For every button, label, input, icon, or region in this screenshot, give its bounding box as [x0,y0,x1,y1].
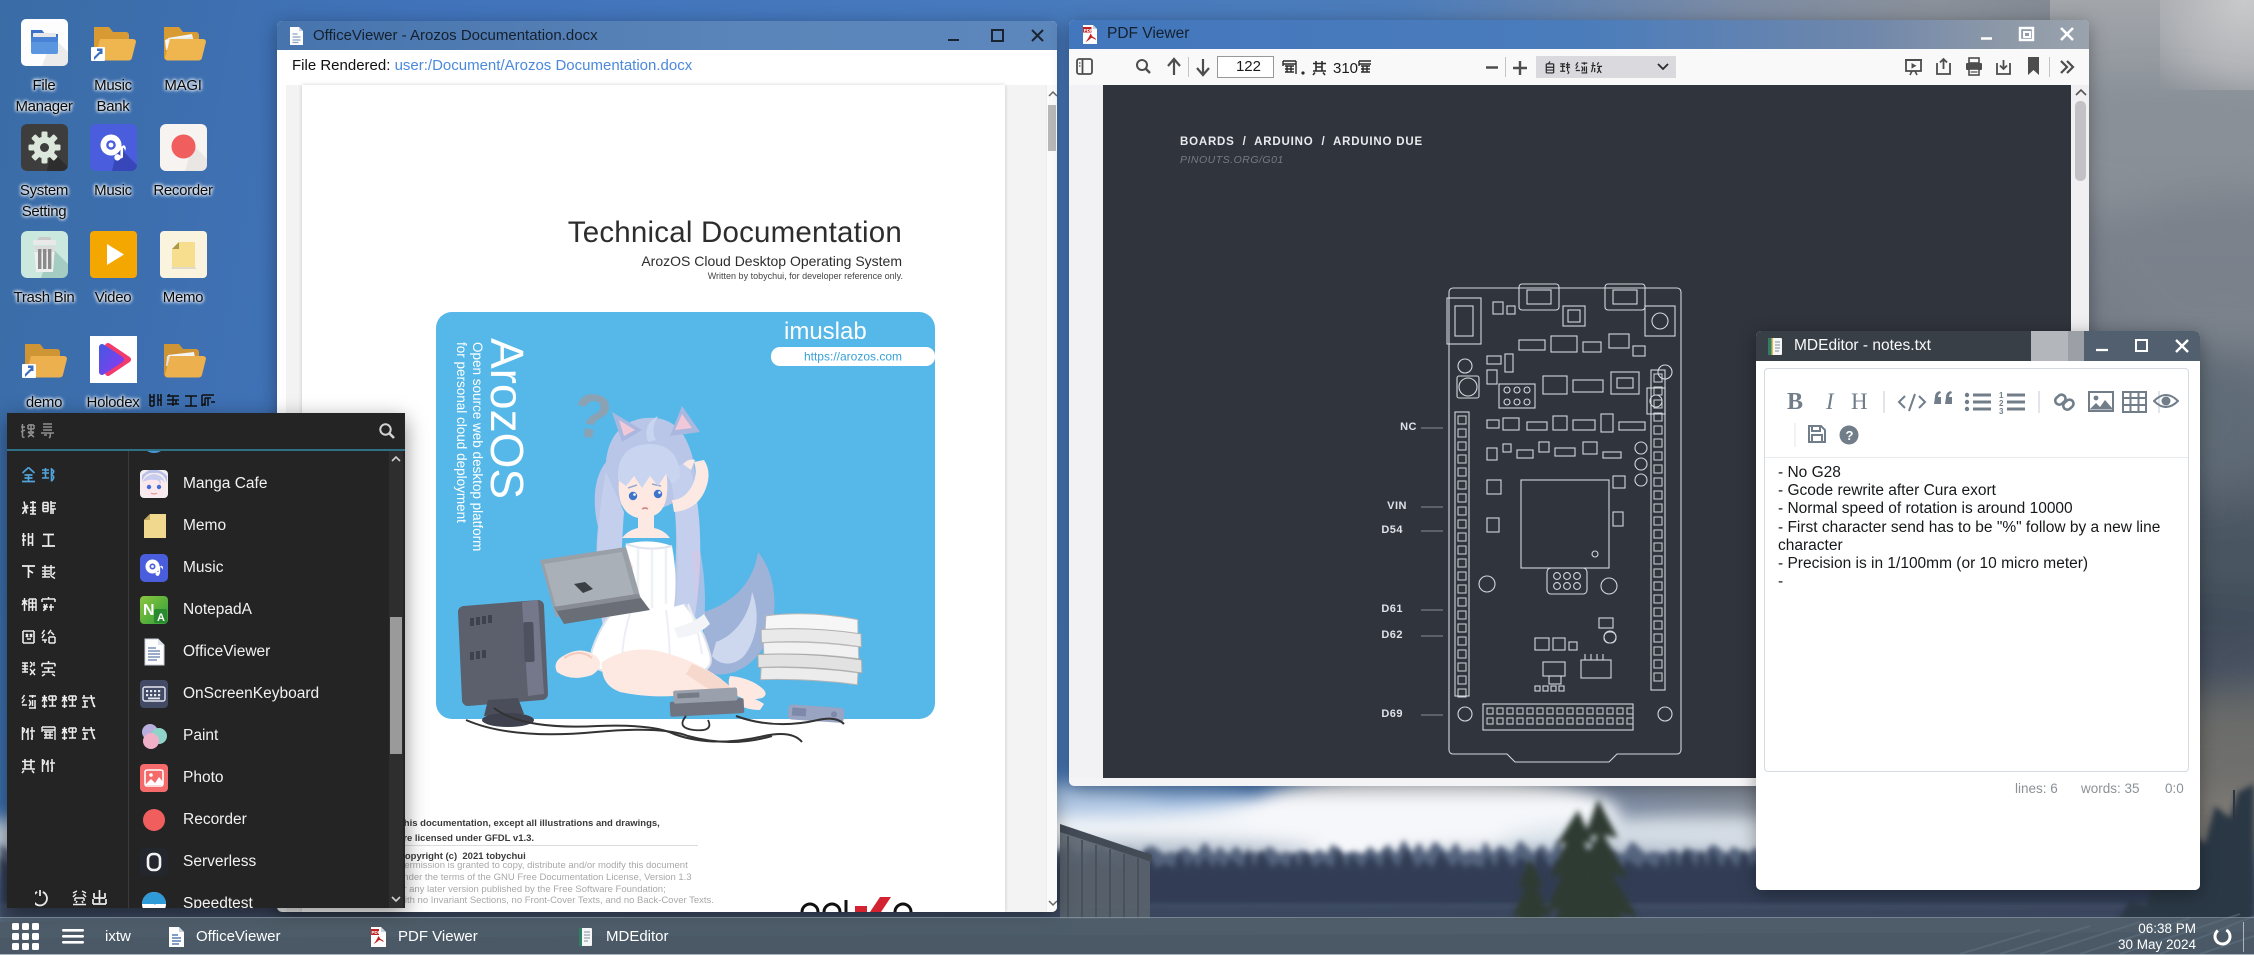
svg-text:B: B [1787,389,1803,415]
svg-text:for personal cloud deployment: for personal cloud deployment [454,342,469,523]
svg-text:ArozOS: ArozOS [481,338,533,499]
svg-text:I: I [1825,389,1835,414]
svg-text:A: A [157,612,165,624]
svg-text:https://arozos.com: https://arozos.com [804,350,902,364]
svg-text:?: ? [1846,428,1854,443]
svg-text:N: N [143,602,155,619]
svg-text:H: H [1851,389,1868,414]
svg-text:310: 310 [1333,60,1358,76]
svg-text:3: 3 [1999,407,2004,416]
svg-text:PDF: PDF [372,930,381,935]
svg-text:imuslab: imuslab [784,318,867,345]
svg-text:PDF: PDF [1084,28,1093,33]
